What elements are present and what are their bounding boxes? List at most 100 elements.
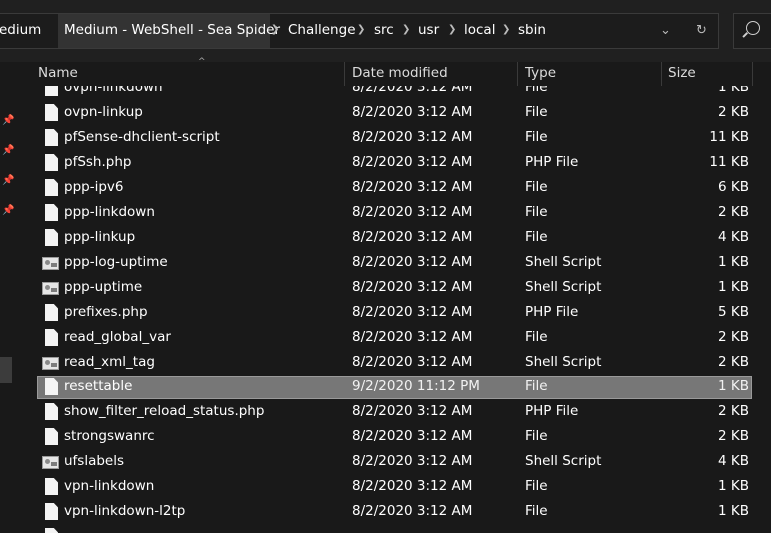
- table-row[interactable]: pfSense-dhclient-script 8/2/2020 3:12 AM…: [15, 126, 771, 151]
- file-type: File: [525, 428, 548, 444]
- table-row[interactable]: read_xml_tag 8/2/2020 3:12 AM Shell Scri…: [15, 351, 771, 376]
- file-type: Shell Script: [525, 453, 602, 469]
- address-bar[interactable]: edium Medium - WebShell - Sea Spider ❯ C…: [0, 13, 719, 49]
- file-size: 2 KB: [718, 403, 749, 419]
- table-row[interactable]: ufslabels 8/2/2020 3:12 AM Shell Script …: [15, 450, 771, 475]
- file-type: File: [525, 478, 548, 494]
- file-size: 4 KB: [718, 229, 749, 245]
- breadcrumb-item[interactable]: src: [374, 22, 394, 38]
- file-type: PHP File: [525, 154, 579, 170]
- file-size: 1 KB: [718, 279, 749, 295]
- top-bar: edium Medium - WebShell - Sea Spider ❯ C…: [0, 0, 771, 62]
- file-name: ppp-uptime: [64, 279, 143, 295]
- file-date: 9/2/2020 11:12 PM: [352, 378, 480, 394]
- chevron-right-icon[interactable]: ❯: [357, 24, 365, 35]
- search-icon[interactable]: [746, 21, 760, 35]
- table-row[interactable]: strongswanrc 8/2/2020 3:12 AM File 2 KB: [15, 425, 771, 450]
- column-header-type[interactable]: Type: [525, 65, 556, 81]
- navigation-pane: 📌 📌 📌 📌: [0, 62, 15, 533]
- file-type: File: [525, 86, 548, 95]
- breadcrumb-item[interactable]: Medium - WebShell - Sea Spider: [64, 22, 280, 38]
- file-icon: [45, 154, 58, 171]
- file-name: ufslabels: [64, 453, 125, 469]
- file-type: File: [525, 179, 548, 195]
- breadcrumb-item[interactable]: edium: [0, 22, 41, 38]
- column-divider[interactable]: [344, 62, 345, 86]
- table-row[interactable]: ppp-ipv6 8/2/2020 3:12 AM File 6 KB: [15, 176, 771, 201]
- file-size: 2 KB: [718, 354, 749, 370]
- table-row[interactable]: prefixes.php 8/2/2020 3:12 AM PHP File 5…: [15, 301, 771, 326]
- chevron-down-icon[interactable]: ⌄: [660, 23, 671, 38]
- sort-ascending-icon: ^: [198, 57, 206, 67]
- table-row-selected[interactable]: resettable 9/2/2020 11:12 PM File 1 KB: [15, 375, 771, 400]
- navigation-selected-item[interactable]: [0, 357, 12, 383]
- pin-icon[interactable]: 📌: [2, 115, 14, 126]
- table-row[interactable]: vpn-linkdown 8/2/2020 3:12 AM File 1 KB: [15, 475, 771, 500]
- table-row[interactable]: ppp-uptime 8/2/2020 3:12 AM Shell Script…: [15, 276, 771, 301]
- table-row[interactable]: read_global_var 8/2/2020 3:12 AM File 2 …: [15, 326, 771, 351]
- file-type: File: [525, 104, 548, 120]
- file-size: 6 KB: [718, 179, 749, 195]
- file-type: Shell Script: [525, 354, 602, 370]
- file-size: 2 KB: [718, 204, 749, 220]
- table-row[interactable]: show_filter_reload_status.php 8/2/2020 3…: [15, 400, 771, 425]
- file-size: 1 KB: [718, 378, 749, 394]
- file-size: 1 KB: [718, 503, 749, 519]
- chevron-right-icon[interactable]: ❯: [502, 24, 510, 35]
- file-size: 2 KB: [718, 329, 749, 345]
- file-size: 5 KB: [718, 304, 749, 320]
- column-header-date[interactable]: Date modified: [352, 65, 448, 81]
- chevron-right-icon[interactable]: ❯: [271, 24, 279, 35]
- file-name: vpn-linkdown: [64, 478, 155, 494]
- file-name: ppp-linkdown: [64, 204, 155, 220]
- refresh-icon[interactable]: ↻: [696, 23, 707, 38]
- table-row[interactable]: ovpn-linkup 8/2/2020 3:12 AM File 2 KB: [15, 101, 771, 126]
- pin-icon[interactable]: 📌: [2, 175, 14, 186]
- table-row[interactable]: ppp-log-uptime 8/2/2020 3:12 AM Shell Sc…: [15, 251, 771, 276]
- file-type: File: [525, 129, 548, 145]
- table-row[interactable]: pfSsh.php 8/2/2020 3:12 AM PHP File 11 K…: [15, 151, 771, 176]
- table-row[interactable]: vpn-linkdown-l2tp 8/2/2020 3:12 AM File …: [15, 500, 771, 525]
- table-row[interactable]: ppp-linkup 8/2/2020 3:12 AM File 4 KB: [15, 226, 771, 251]
- file-name: read_global_var: [64, 329, 171, 345]
- chevron-right-icon[interactable]: ❯: [402, 24, 410, 35]
- table-row[interactable]: ppp-linkdown 8/2/2020 3:12 AM File 2 KB: [15, 201, 771, 226]
- file-date: 8/2/2020 3:12 AM: [352, 453, 473, 469]
- file-date: 8/2/2020 3:12 AM: [352, 129, 473, 145]
- column-header-name[interactable]: Name: [38, 65, 78, 81]
- pin-icon[interactable]: 📌: [2, 205, 14, 216]
- file-icon: [45, 403, 58, 420]
- file-icon: [45, 179, 58, 196]
- table-row[interactable]: ovpn-linkdown 8/2/2020 3:12 AM File 1 KB: [15, 86, 771, 101]
- file-type: PHP File: [525, 304, 579, 320]
- column-divider[interactable]: [517, 62, 518, 86]
- breadcrumb-item[interactable]: local: [464, 22, 495, 38]
- breadcrumb-item[interactable]: sbin: [518, 22, 546, 38]
- file-date: 8/2/2020 3:12 AM: [352, 403, 473, 419]
- file-type: Shell Script: [525, 279, 602, 295]
- file-date: 8/2/2020 3:12 AM: [352, 104, 473, 120]
- breadcrumb-item[interactable]: usr: [418, 22, 439, 38]
- file-date: 8/2/2020 3:12 AM: [352, 478, 473, 494]
- file-icon: [45, 129, 58, 146]
- file-size: 11 KB: [709, 129, 749, 145]
- file-icon: [45, 478, 58, 495]
- table-row[interactable]: [15, 525, 771, 533]
- file-date: 8/2/2020 3:12 AM: [352, 204, 473, 220]
- search-box[interactable]: [733, 13, 771, 49]
- file-name: pfSsh.php: [64, 154, 132, 170]
- file-date: 8/2/2020 3:12 AM: [352, 154, 473, 170]
- column-divider[interactable]: [752, 62, 753, 86]
- file-type: File: [525, 204, 548, 220]
- breadcrumb-item[interactable]: Challenge: [288, 22, 356, 38]
- column-header-size[interactable]: Size: [668, 65, 696, 81]
- file-name: prefixes.php: [64, 304, 148, 320]
- file-type: File: [525, 329, 548, 345]
- file-icon: [45, 503, 58, 520]
- file-size: 4 KB: [718, 453, 749, 469]
- shell-script-icon: [42, 257, 59, 270]
- file-name: strongswanrc: [64, 428, 155, 444]
- pin-icon[interactable]: 📌: [2, 145, 14, 156]
- chevron-right-icon[interactable]: ❯: [448, 24, 456, 35]
- column-divider[interactable]: [661, 62, 662, 86]
